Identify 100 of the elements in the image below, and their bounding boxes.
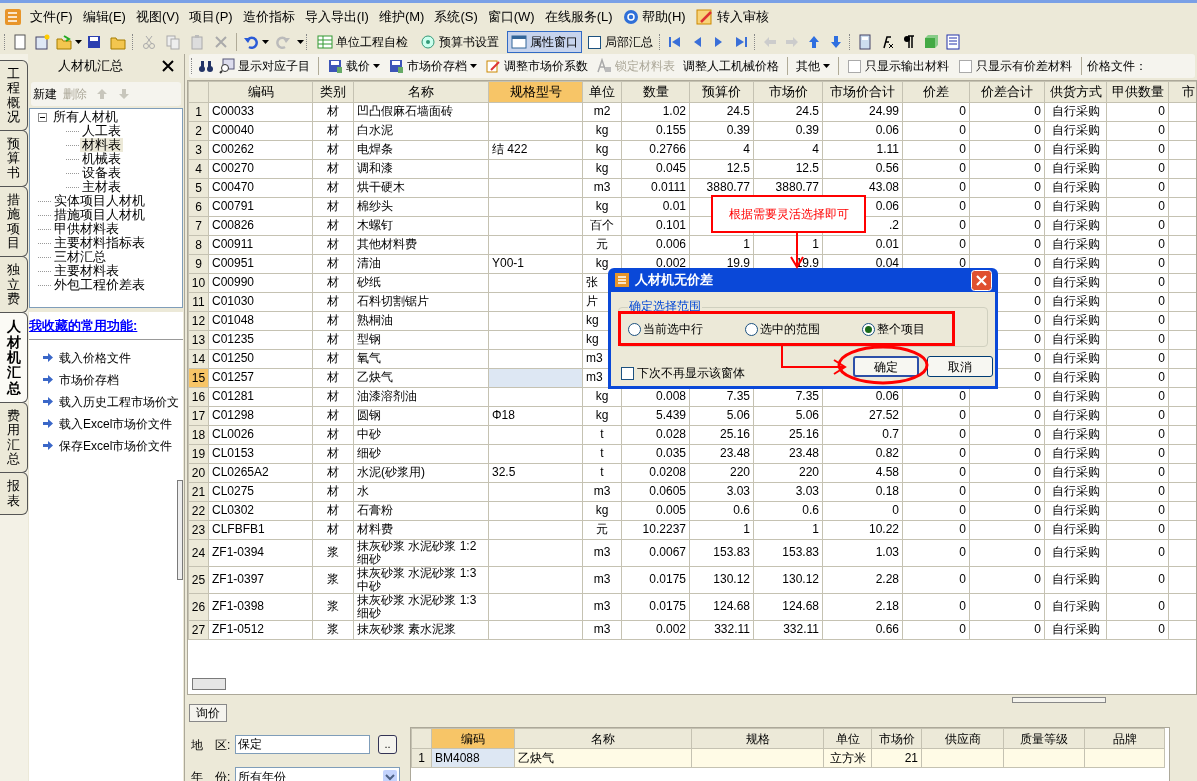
dialog-button[interactable]: 取消 <box>927 356 993 377</box>
binoculars-icon[interactable] <box>198 58 214 74</box>
tree-item[interactable]: 甲供材料表 <box>52 222 121 236</box>
side-tab[interactable]: 独立费 <box>0 256 28 314</box>
menu-item[interactable]: 窗口(W) <box>487 6 535 27</box>
column-header[interactable]: 质量等级 <box>1003 728 1085 749</box>
tree-item[interactable]: 措施项目人材机 <box>52 208 147 222</box>
column-header[interactable]: 价差 <box>902 81 970 102</box>
radio-option[interactable]: 当前选中行 <box>628 320 703 338</box>
calculator-icon[interactable] <box>857 34 873 50</box>
checkbox[interactable] <box>848 59 861 73</box>
favorite-link[interactable]: 载入历史工程市场价文 <box>59 392 179 411</box>
side-tab[interactable]: 工程概况 <box>0 60 28 132</box>
column-header[interactable]: 类别 <box>312 81 354 102</box>
menu-item[interactable]: 编辑(E) <box>82 6 126 27</box>
tree-item[interactable]: 主要材料指标表 <box>52 236 147 250</box>
scissors-icon[interactable] <box>141 34 157 50</box>
splitter-handle[interactable] <box>1012 697 1106 703</box>
favorite-link[interactable]: 载入Excel市场价文件 <box>59 414 173 433</box>
collapse-icon[interactable] <box>38 112 47 122</box>
up-arrow-icon[interactable] <box>806 34 822 50</box>
checkbox-label[interactable]: 局部汇总 <box>605 33 653 51</box>
first-icon[interactable] <box>667 34 683 50</box>
folder-icon[interactable] <box>110 34 126 50</box>
menu-item[interactable]: 帮助(H) <box>641 6 686 27</box>
scrollbar[interactable] <box>192 678 226 690</box>
tree-item[interactable]: 机械表 <box>80 152 123 166</box>
column-header[interactable]: 规格 <box>691 728 824 749</box>
row-number[interactable]: 24 <box>188 539 209 566</box>
down-arrow-icon[interactable] <box>828 34 844 50</box>
toolbar-button[interactable]: 其他 <box>793 56 833 76</box>
checkbox-label[interactable]: 只显示输出材料 <box>865 57 949 75</box>
menu-item[interactable]: 导入导出(I) <box>304 6 369 27</box>
favorite-link[interactable]: 市场价存档 <box>59 370 119 389</box>
column-header[interactable]: 市场价合计 <box>822 81 903 102</box>
column-header[interactable]: 市场价 <box>871 728 922 749</box>
tab[interactable]: 询价 <box>189 704 227 722</box>
column-header[interactable]: 预算价 <box>689 81 754 102</box>
scrollbar[interactable] <box>177 480 183 580</box>
paragraph-icon[interactable] <box>901 34 917 50</box>
tree-item[interactable]: 主材表 <box>80 180 123 194</box>
close-icon[interactable] <box>162 60 174 72</box>
column-header[interactable]: 价差合计 <box>969 81 1045 102</box>
toolbar-button[interactable]: 属性窗口 <box>507 31 582 53</box>
column-header[interactable]: 规格型号 <box>488 81 583 102</box>
last-icon[interactable] <box>733 34 749 50</box>
menu-item[interactable]: 造价指标 <box>242 6 295 27</box>
toolbar-button[interactable]: 调整人工机械价格 <box>680 56 782 76</box>
column-header[interactable]: 品牌 <box>1084 728 1165 749</box>
checkbox-label[interactable]: 只显示有价差材料 <box>976 57 1072 75</box>
tree-item[interactable]: 所有人材机 <box>51 110 120 124</box>
menu-item[interactable]: 视图(V) <box>135 6 180 27</box>
undo-icon[interactable] <box>243 34 259 50</box>
checkbox[interactable]: 下次不再显示该窗体 <box>621 364 745 382</box>
menu-item[interactable]: 文件(F) <box>30 6 73 27</box>
favorite-link[interactable]: 载入价格文件 <box>59 348 131 367</box>
toolbar-button[interactable]: 显示对应子目 <box>216 56 313 76</box>
cube-icon[interactable] <box>923 34 939 50</box>
menu-item[interactable]: 在线服务(L) <box>544 6 613 27</box>
column-header[interactable]: 单位 <box>823 728 872 749</box>
tree-item[interactable]: 主要材料表 <box>52 264 121 278</box>
checkbox[interactable] <box>588 35 601 49</box>
tree-item[interactable]: 设备表 <box>80 166 123 180</box>
column-header[interactable]: 市场价 <box>753 81 823 102</box>
copy-icon[interactable] <box>165 34 181 50</box>
save-icon[interactable] <box>86 34 102 50</box>
menu-item[interactable]: 维护(M) <box>378 6 425 27</box>
side-tab[interactable]: 费用汇总 <box>0 402 28 474</box>
tree-item[interactable]: 三材汇总 <box>52 250 108 264</box>
column-header[interactable]: 数量 <box>621 81 690 102</box>
side-tab[interactable]: 措施项目 <box>0 186 28 258</box>
checkbox[interactable] <box>959 59 972 73</box>
column-header[interactable]: 编码 <box>208 81 313 102</box>
side-tab[interactable]: 人材机汇总 <box>0 312 28 404</box>
row-number[interactable]: 25 <box>188 566 209 593</box>
toolbar-button[interactable]: 调整市场价系数 <box>482 56 591 76</box>
tree-item[interactable]: 人工表 <box>80 124 123 138</box>
side-tab[interactable]: 报表 <box>0 472 28 515</box>
column-header[interactable]: 供货方式 <box>1044 81 1107 102</box>
tree-item[interactable]: 材料表 <box>80 138 123 152</box>
toolbar-button[interactable]: 单位工程自检 <box>313 31 412 53</box>
column-header[interactable]: 名称 <box>353 81 489 102</box>
tree-item[interactable]: 外包工程价差表 <box>52 278 147 292</box>
radio-option[interactable]: 选中的范围 <box>745 320 820 338</box>
row-number[interactable]: 26 <box>188 593 209 620</box>
open-folder-icon[interactable] <box>56 34 72 50</box>
delete-icon[interactable] <box>213 34 229 50</box>
menu-item[interactable]: 转入审核 <box>716 6 769 27</box>
column-header[interactable]: 供应商 <box>921 728 1004 749</box>
column-header[interactable]: 甲供数量 <box>1106 81 1169 102</box>
tree-item[interactable]: 实体项目人材机 <box>52 194 147 208</box>
document-icon[interactable] <box>12 34 28 50</box>
browse-button[interactable]: .. <box>378 735 397 754</box>
column-header[interactable]: 市 <box>1168 81 1196 102</box>
column-header[interactable]: 名称 <box>514 728 692 749</box>
toolbar-button[interactable]: 市场价存档 <box>385 56 480 76</box>
side-tab[interactable]: 预算书 <box>0 130 28 188</box>
column-header[interactable]: 编码 <box>431 728 515 749</box>
radio-option[interactable]: 整个项目 <box>862 320 925 338</box>
column-header[interactable]: 单位 <box>582 81 622 102</box>
